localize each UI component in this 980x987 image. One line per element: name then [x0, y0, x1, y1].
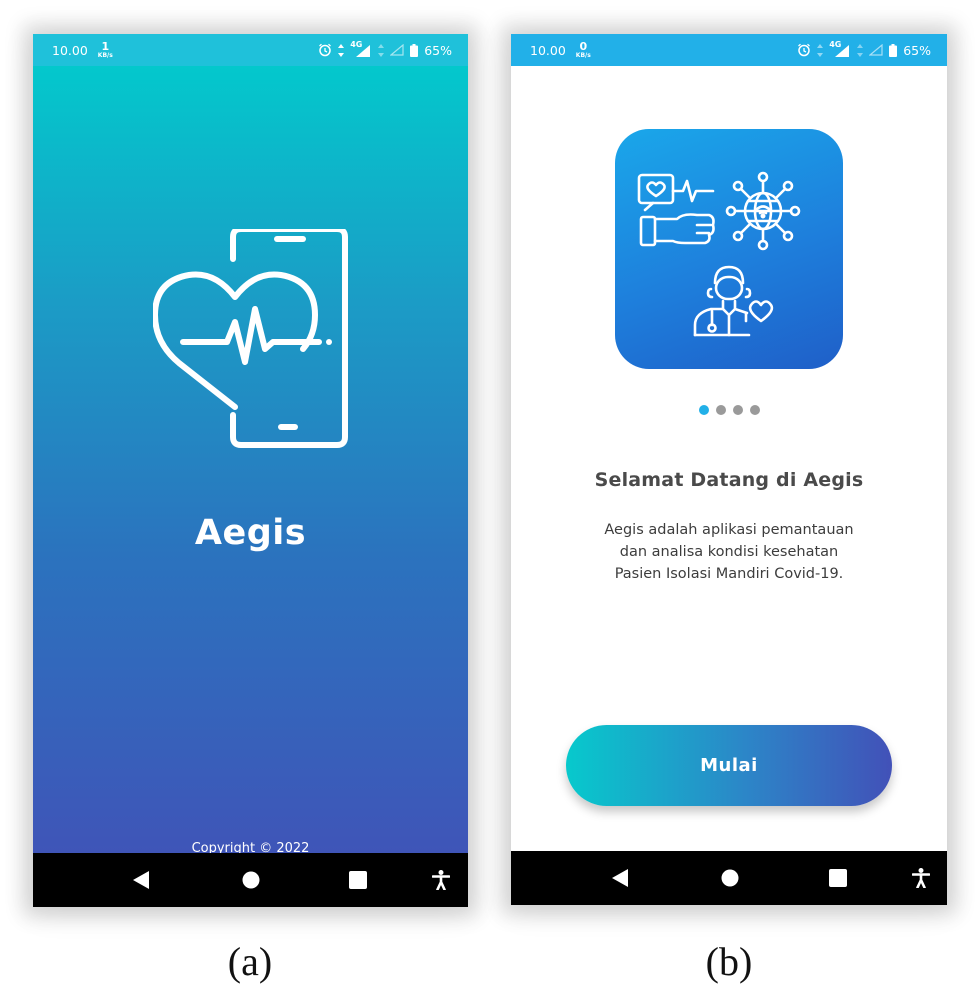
recents-button[interactable] [338, 853, 378, 907]
battery-level: 65% [903, 42, 931, 58]
accessibility-icon [432, 870, 450, 890]
back-icon [612, 869, 628, 887]
recents-button[interactable] [818, 851, 858, 905]
splash-screen: 10.00 1 KB/s 4G 65% Aegis Copyright © 20… [33, 34, 468, 907]
status-bar: 10.00 1 KB/s 4G 65% [33, 34, 468, 66]
status-bar: 10.00 0 KB/s 4G 65% [511, 34, 947, 66]
page-dot-3[interactable] [732, 405, 743, 415]
network-speed-unit: KB/s [97, 52, 113, 59]
home-icon [721, 869, 739, 887]
signal-empty-icon [390, 44, 404, 56]
start-button[interactable]: Mulai [566, 725, 892, 806]
alarm-icon [319, 43, 332, 57]
page-dot-1[interactable] [698, 405, 709, 415]
figure-caption-b: (b) [705, 939, 753, 984]
network-speed: 0 KB/s [576, 41, 591, 59]
signal-icon: 4G [350, 40, 372, 57]
onboarding-screen: 10.00 0 KB/s 4G 65% Selamat Datang di Ae… [511, 34, 947, 905]
home-button[interactable] [231, 853, 271, 907]
data-arrows-icon [378, 43, 385, 57]
battery-level: 65% [424, 42, 452, 58]
description-line: Pasien Isolasi Mandiri Covid-19. [614, 566, 844, 582]
network-speed-value: 1 [101, 40, 110, 53]
accessibility-button[interactable] [421, 853, 461, 907]
network-globe-icon [725, 171, 801, 251]
status-time: 10.00 [52, 42, 88, 58]
health-monitor-icon [637, 173, 715, 247]
battery-icon [410, 43, 419, 57]
description-line: Aegis adalah aplikasi pemantauan [604, 522, 854, 538]
signal-empty-icon [869, 44, 883, 56]
accessibility-button[interactable] [901, 851, 941, 905]
onboarding-content: Selamat Datang di Aegis Aegis adalah apl… [511, 66, 947, 851]
page-dot-4[interactable] [749, 405, 760, 415]
heart-phone-pulse-icon [153, 229, 348, 448]
network-speed-unit: KB/s [575, 52, 591, 59]
home-button[interactable] [710, 851, 750, 905]
navigation-bar [33, 853, 468, 907]
recents-icon [349, 871, 367, 889]
page-dot-2[interactable] [715, 405, 726, 415]
status-time: 10.00 [530, 42, 566, 58]
recents-icon [829, 869, 847, 887]
back-icon [133, 871, 149, 889]
battery-icon [889, 43, 898, 57]
welcome-description: Aegis adalah aplikasi pemantauan dan ana… [551, 519, 907, 585]
figure-caption-a: (a) [227, 939, 273, 984]
back-button[interactable] [121, 853, 161, 907]
network-speed: 1 KB/s [98, 41, 113, 59]
doctor-icon [693, 265, 774, 337]
alarm-icon [798, 43, 811, 57]
description-line: dan analisa kondisi kesehatan [619, 544, 839, 560]
page-indicator [511, 405, 947, 415]
signal-icon: 4G [829, 40, 851, 57]
app-name: Aegis [194, 513, 307, 553]
data-arrows-icon [338, 43, 345, 57]
home-icon [242, 871, 260, 889]
data-arrows-icon [857, 43, 864, 57]
network-speed-value: 0 [579, 40, 588, 53]
accessibility-icon [912, 868, 930, 888]
illustration-card [615, 129, 843, 369]
data-arrows-icon [817, 43, 824, 57]
splash-background: Aegis Copyright © 2022 [33, 66, 468, 856]
back-button[interactable] [600, 851, 640, 905]
navigation-bar [511, 851, 947, 905]
welcome-title: Selamat Datang di Aegis [594, 469, 864, 491]
illustration-graphic [637, 171, 801, 337]
